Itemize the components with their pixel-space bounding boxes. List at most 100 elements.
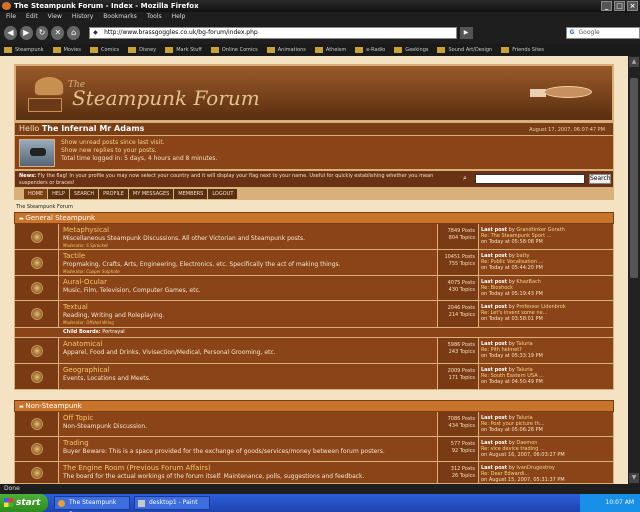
board-status-icon (31, 443, 43, 455)
board-row: Tactile Propmaking, Crafts, Arts, Enginee… (14, 250, 614, 276)
board-row: Anatomical Apparel, Food and Drinks, Vivi… (14, 338, 614, 364)
board-name[interactable]: Off Topic (63, 414, 443, 423)
scroll-down-icon[interactable]: ▼ (629, 473, 639, 483)
board-status-icon (31, 418, 43, 430)
folder-icon (52, 47, 61, 53)
search-icon: ⌕ (463, 174, 467, 182)
tab-home[interactable]: HOME (24, 189, 49, 199)
scroll-up-icon[interactable]: ▲ (629, 57, 639, 67)
taskbar-item-firefox[interactable]: The Steampunk Forum... (54, 496, 130, 512)
breadcrumb[interactable]: The Steampunk Forum (16, 204, 73, 210)
menu-file[interactable]: File (6, 12, 16, 22)
user-panel: Show unread posts since last visit. Show… (14, 136, 614, 170)
time-logged-in: Total time logged in: 5 days, 4 hours an… (61, 155, 218, 162)
greeting-bar: Hello The Infernal Mr Adams August 17, 2… (14, 122, 614, 136)
board-name[interactable]: Metaphysical (63, 226, 443, 235)
bookmark-folder[interactable]: Disney (128, 47, 156, 53)
address-bar[interactable]: http://www.brassgoggles.co.uk/bg-forum/i… (89, 27, 457, 39)
board-row: Off Topic Non-Steampunk Discussion. 7086 … (14, 412, 614, 437)
category-header[interactable]: Non-Steampunk (14, 400, 614, 412)
vertical-scrollbar[interactable]: ▲ ▼ (628, 56, 640, 484)
tab-profile[interactable]: PROFILE (99, 189, 129, 199)
board-status-icon (31, 466, 43, 479)
board-status-icon (31, 230, 43, 243)
maximize-button[interactable]: □ (614, 1, 625, 11)
bookmark-folder[interactable]: Friends Sites (501, 47, 544, 53)
bookmark-folder[interactable]: Sound Art/Design (437, 47, 492, 53)
home-icon[interactable]: ⌂ (67, 26, 81, 40)
bookmarks-toolbar: Steampunk Movies Comics Disney Mark Stuf… (0, 44, 640, 56)
child-board-link[interactable]: Portrayal (102, 329, 124, 335)
board-row: Aural-Ocular Music, Film, Television, Com… (14, 276, 614, 301)
board-name[interactable]: Tactile (63, 252, 443, 261)
forum-tabs: HOME HELP SEARCH PROFILE MY MESSAGES MEM… (14, 188, 614, 200)
board-status-icon (31, 282, 43, 294)
menu-edit[interactable]: Edit (26, 12, 38, 22)
bookmark-folder[interactable]: e-Radio (355, 47, 385, 53)
folder-icon (266, 47, 275, 53)
news-bar: News: Fly the flag! In your profile you … (14, 170, 614, 188)
board-row: Textual Reading, Writing and Roleplaying.… (14, 301, 614, 328)
folder-icon (210, 47, 219, 53)
board-row: Geographical Events, Locations and Meets.… (14, 364, 614, 390)
tab-logout[interactable]: LOGOUT (208, 189, 239, 199)
board-name[interactable]: Textual (63, 303, 443, 312)
taskbar: start The Steampunk Forum... desktop1 - … (0, 494, 640, 512)
board-row: Trading Buyer Beware: This is a space pro… (14, 437, 614, 462)
board-name[interactable]: Aural-Ocular (63, 278, 443, 287)
news-text: Fly the flag! In your profile you may no… (19, 173, 434, 186)
board-row: Metaphysical Miscellaneous Steampunk Disc… (14, 224, 614, 250)
menu-bar: File Edit View History Bookmarks Tools H… (0, 12, 640, 22)
bookmark-folder[interactable]: Comics (89, 47, 119, 53)
bookmark-folder[interactable]: Steampunk (4, 47, 44, 53)
bookmark-folder[interactable]: Online Comics (210, 47, 258, 53)
menu-history[interactable]: History (72, 12, 93, 22)
bookmark-folder[interactable]: Animations (266, 47, 306, 53)
board-name[interactable]: Anatomical (63, 340, 443, 349)
menu-view[interactable]: View (48, 12, 62, 22)
board-name[interactable]: Geographical (63, 366, 443, 375)
taskbar-item-paint[interactable]: desktop1 - Paint (134, 496, 210, 510)
stop-icon[interactable]: ✕ (51, 26, 65, 40)
current-date: August 17, 2007, 06:07:47 PM (529, 127, 605, 133)
folder-icon (501, 47, 510, 53)
folder-icon (355, 47, 364, 53)
go-button[interactable]: ▶ (459, 27, 473, 39)
tab-my-messages[interactable]: MY MESSAGES (128, 189, 175, 199)
child-boards: Child Boards: Portrayal (14, 328, 614, 338)
bookmark-folder[interactable]: Mark Stuff (165, 47, 202, 53)
unread-posts-link[interactable]: Show unread posts since last visit. (61, 139, 217, 147)
page-viewport: The Steampunk Forum Hello The Infernal M… (0, 56, 628, 484)
folder-icon (89, 47, 98, 53)
back-icon[interactable]: ◀ (4, 26, 17, 40)
board-status-icon (31, 370, 43, 383)
firefox-icon (2, 2, 11, 10)
scroll-thumb[interactable] (630, 78, 638, 278)
forum-search-input[interactable] (475, 174, 585, 184)
folder-icon (314, 47, 323, 53)
search-button[interactable]: Search (589, 174, 611, 184)
avatar (19, 139, 55, 167)
bookmark-folder[interactable]: Geekings (394, 47, 428, 53)
close-button[interactable]: × (627, 1, 638, 11)
airship-icon (526, 86, 596, 100)
tab-search[interactable]: SEARCH (69, 189, 100, 199)
board-name[interactable]: The Engine Room (Previous Forum Affairs) (63, 464, 443, 473)
tab-members[interactable]: MEMBERS (174, 189, 209, 199)
forward-icon[interactable]: ▶ (19, 26, 33, 40)
category-header[interactable]: General Steampunk (14, 212, 614, 224)
bookmark-folder[interactable]: Atheism (314, 47, 346, 53)
board-name[interactable]: Trading (63, 439, 443, 448)
tab-help[interactable]: HELP (48, 189, 70, 199)
menu-help[interactable]: Help (172, 12, 186, 22)
minimize-button[interactable]: _ (601, 1, 612, 11)
folder-icon (437, 47, 446, 53)
search-engine-input[interactable]: Google (565, 27, 640, 39)
menu-tools[interactable]: Tools (147, 12, 162, 22)
reload-icon[interactable]: ↻ (35, 26, 49, 40)
menu-bookmarks[interactable]: Bookmarks (103, 12, 137, 22)
start-button[interactable]: start (0, 494, 48, 512)
new-replies-link[interactable]: Show new replies to your posts. (61, 147, 217, 155)
bookmark-folder[interactable]: Movies (52, 47, 81, 53)
board-status-icon (31, 256, 43, 269)
